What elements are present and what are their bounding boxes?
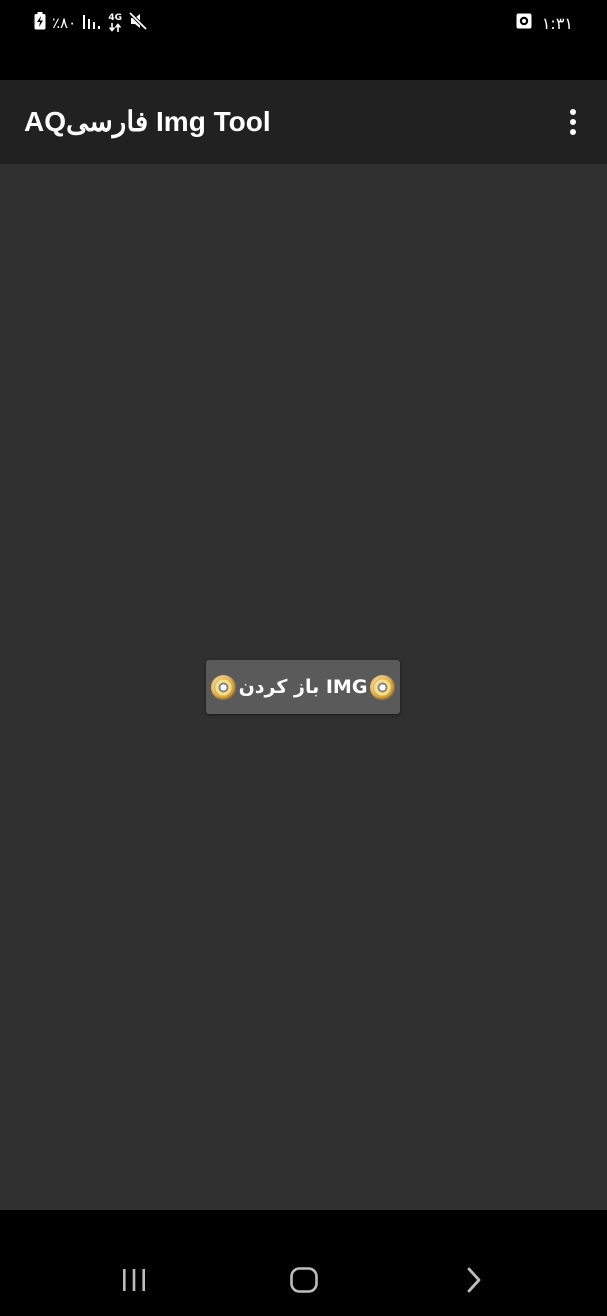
status-right-group: ۱:۳۱	[516, 12, 573, 34]
phone-screen: ٪۸۰ 4G ۱:۳۱ AQفارسی Img Tool باز کردن IM…	[0, 0, 607, 1316]
network-4g-icon: 4G	[108, 14, 122, 32]
menu-dot	[570, 119, 576, 125]
app-toolbar: AQفارسی Img Tool	[0, 80, 607, 164]
app-title: AQفارسی Img Tool	[24, 106, 271, 137]
status-bar: ٪۸۰ 4G ۱:۳۱	[0, 0, 607, 80]
home-icon	[289, 1266, 319, 1298]
signal-icon	[82, 12, 102, 34]
battery-percent: ٪۸۰	[52, 14, 77, 32]
battery-charging-icon	[34, 12, 46, 34]
recent-apps-button[interactable]	[104, 1262, 164, 1302]
back-icon	[464, 1266, 484, 1298]
status-left-group: ٪۸۰ 4G	[34, 11, 148, 34]
more-vert-icon[interactable]	[559, 102, 587, 142]
navigation-bar	[0, 1210, 607, 1316]
home-button[interactable]	[274, 1262, 334, 1302]
back-button[interactable]	[444, 1262, 504, 1302]
disc-icon	[210, 674, 236, 700]
recent-apps-icon	[120, 1267, 148, 1297]
status-clock: ۱:۳۱	[541, 13, 573, 33]
open-img-button-label: باز کردن IMG	[238, 676, 368, 698]
disc-icon	[370, 674, 396, 700]
menu-dot	[570, 129, 576, 135]
alarm-icon	[516, 12, 532, 34]
open-img-button[interactable]: باز کردن IMG	[206, 660, 400, 714]
mute-icon	[128, 11, 148, 34]
main-content: باز کردن IMG	[0, 164, 607, 1210]
menu-dot	[570, 109, 576, 115]
network-type-label: 4G	[108, 13, 122, 23]
